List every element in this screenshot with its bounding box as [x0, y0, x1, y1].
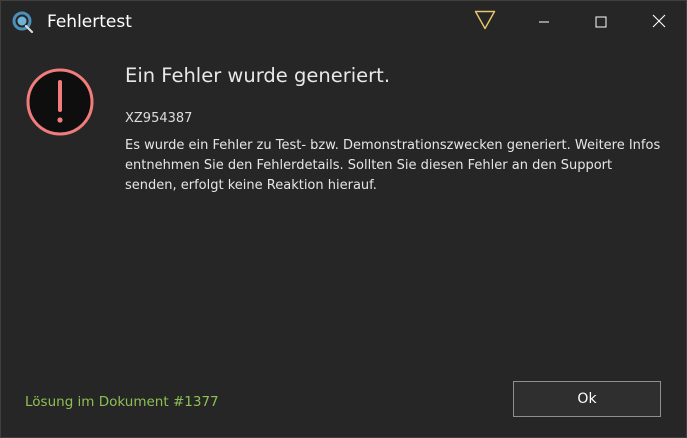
ok-button[interactable]: Ok	[513, 381, 661, 417]
error-message: Es wurde ein Fehler zu Test- bzw. Demons…	[125, 138, 661, 193]
maximize-icon	[595, 13, 607, 32]
minimize-icon	[538, 13, 550, 32]
app-logo-icon	[12, 11, 34, 34]
solution-document-link[interactable]: Lösung im Dokument #1377	[25, 392, 219, 412]
error-exclamation-icon	[25, 67, 95, 137]
close-button[interactable]	[630, 1, 687, 43]
warning-triangle-icon	[474, 10, 496, 34]
error-code: XZ954387	[125, 111, 193, 126]
window-title: Fehlertest	[47, 12, 132, 32]
title-bar[interactable]: Fehlertest	[1, 1, 686, 43]
error-heading: Ein Fehler wurde generiert.	[125, 64, 391, 87]
warning-button[interactable]	[456, 1, 514, 43]
error-dialog-window: Fehlertest Ein Fehler wurde generiert. X…	[0, 0, 687, 438]
maximize-button[interactable]	[572, 1, 630, 43]
close-icon	[652, 13, 666, 32]
minimize-button[interactable]	[515, 1, 573, 43]
